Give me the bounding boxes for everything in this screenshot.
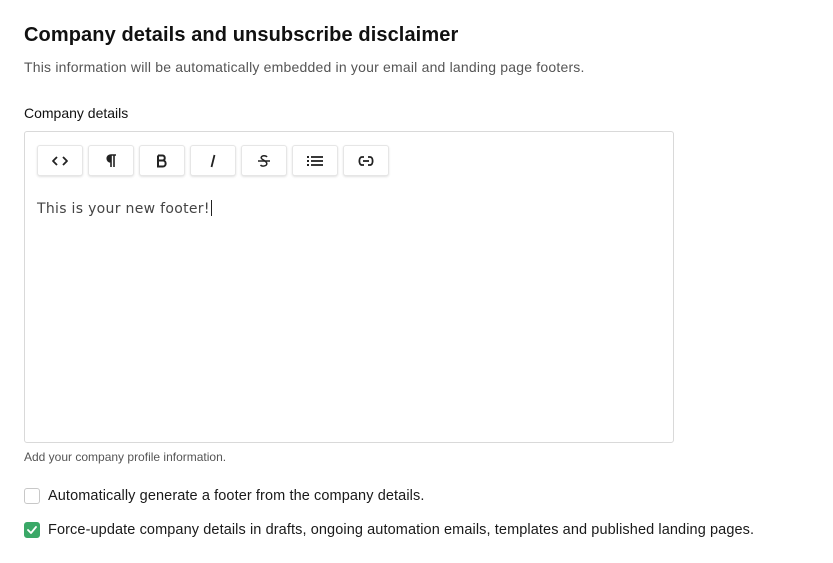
section-subtitle: This information will be automatically e… <box>24 59 585 75</box>
strikethrough-icon <box>258 154 270 167</box>
auto-generate-footer-label: Automatically generate a footer from the… <box>48 488 425 504</box>
link-button[interactable] <box>343 145 389 176</box>
editor-helper-text: Add your company profile information. <box>24 450 227 464</box>
checkmark-icon <box>27 526 37 534</box>
force-update-checkbox[interactable] <box>24 522 40 538</box>
company-details-editor[interactable]: This is your new footer! <box>24 131 674 443</box>
italic-icon <box>210 154 216 167</box>
link-icon <box>358 155 374 166</box>
text-caret <box>210 200 212 216</box>
strikethrough-button[interactable] <box>241 145 287 176</box>
auto-generate-footer-checkbox[interactable] <box>24 488 40 504</box>
code-icon <box>52 155 68 166</box>
bold-icon <box>157 154 167 167</box>
italic-button[interactable] <box>190 145 236 176</box>
paragraph-button[interactable] <box>88 145 134 176</box>
section-title: Company details and unsubscribe disclaim… <box>24 24 459 46</box>
force-update-option[interactable]: Force-update company details in drafts, … <box>24 522 754 538</box>
bulleted-list-button[interactable] <box>292 145 338 176</box>
auto-generate-footer-option[interactable]: Automatically generate a footer from the… <box>24 488 424 504</box>
force-update-label: Force-update company details in drafts, … <box>48 522 755 538</box>
code-view-button[interactable] <box>37 145 83 176</box>
bold-button[interactable] <box>139 145 185 176</box>
editor-toolbar <box>37 145 389 176</box>
editor-text: This is your new footer! <box>37 201 210 217</box>
company-details-label: Company details <box>24 105 129 121</box>
pilcrow-icon <box>106 153 116 167</box>
editor-content-area[interactable]: This is your new footer! <box>37 200 661 217</box>
list-icon <box>307 155 323 166</box>
